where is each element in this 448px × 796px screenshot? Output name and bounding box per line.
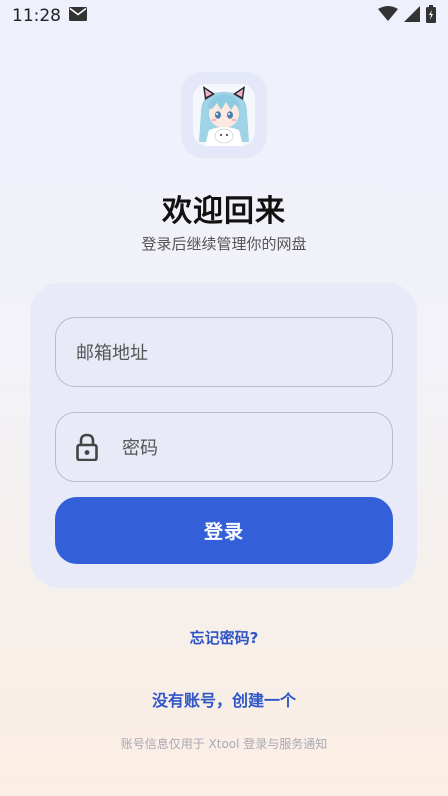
password-field[interactable]: 密码 [55,412,393,482]
signal-icon [404,6,420,26]
page-title: 欢迎回来 [162,194,286,229]
forgot-password-link[interactable]: 忘记密码? [0,627,448,648]
email-field[interactable]: 邮箱地址 [55,317,393,387]
mail-icon [69,6,87,26]
status-left: 11:28 [12,6,87,26]
status-time: 11:28 [12,6,61,26]
battery-icon [426,5,436,27]
login-button[interactable]: 登录 [55,497,393,564]
email-placeholder: 邮箱地址 [76,343,148,364]
create-account-link[interactable]: 没有账号，创建一个 [0,687,448,711]
status-right [378,5,436,27]
status-bar: 11:28 [0,0,448,32]
wifi-icon [378,6,398,26]
password-placeholder: 密码 [122,438,158,459]
footer-notice: 账号信息仅用于 Xtool 登录与服务通知 [120,737,328,751]
app-logo [193,84,255,146]
lock-icon [76,433,98,462]
page-subtitle: 登录后继续管理你的网盘 [141,235,307,253]
app-logo-container [181,72,267,158]
